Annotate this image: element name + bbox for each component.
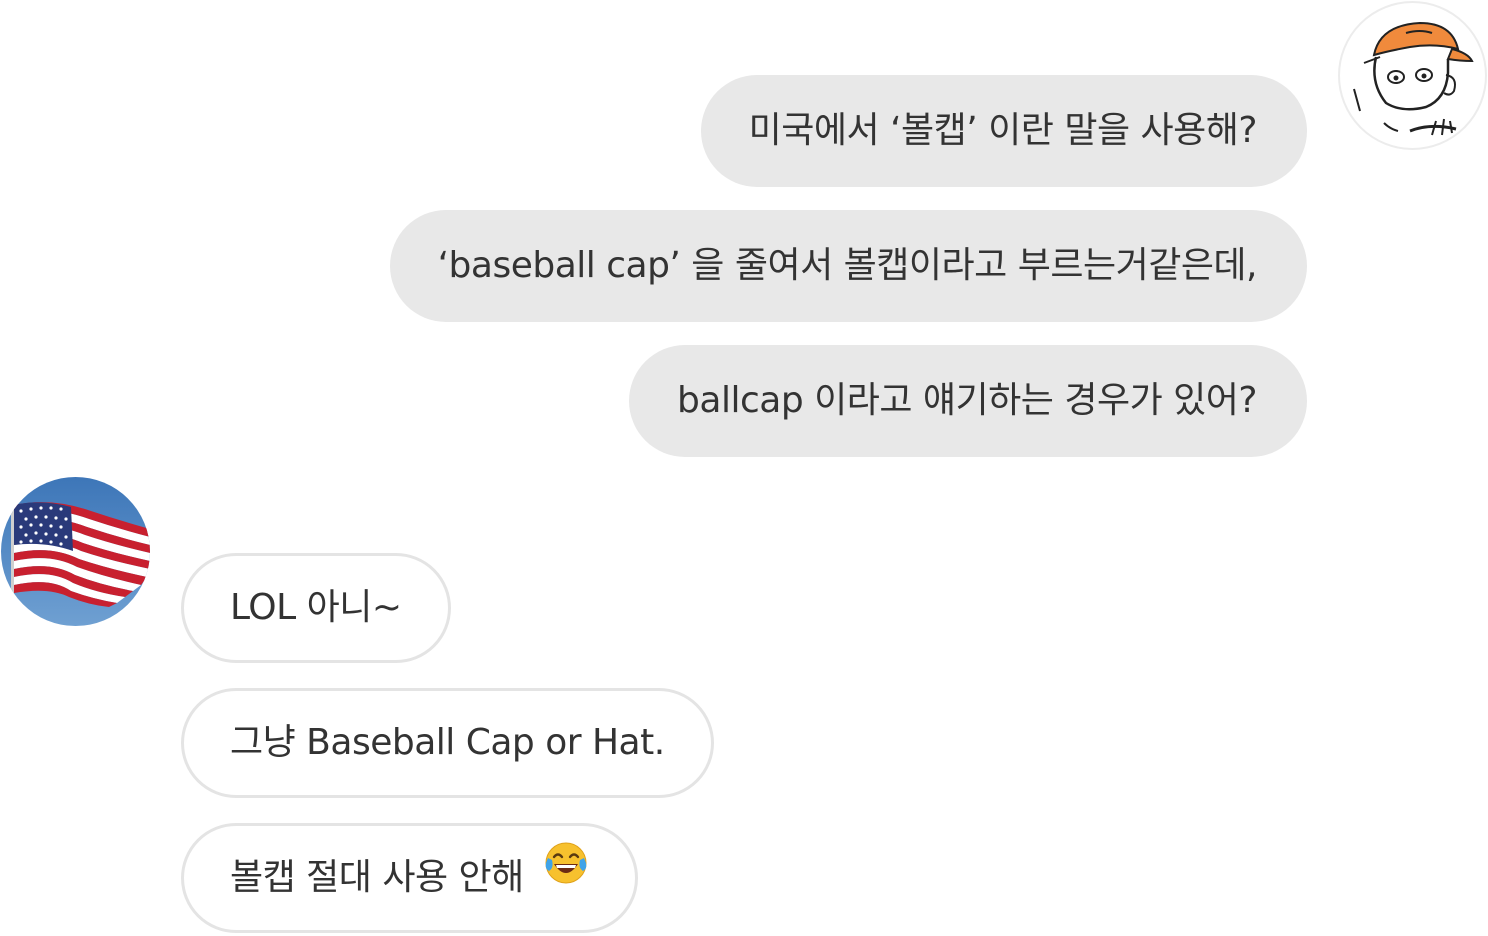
message-text: LOL 아니~: [230, 587, 402, 628]
other-avatar[interactable]: [1, 477, 150, 626]
message-text: ‘baseball cap’ 을 줄여서 볼캡이라고 부르는거같은데,: [437, 245, 1258, 286]
message-text: 미국에서 ‘볼캡’ 이란 말을 사용해?: [748, 110, 1258, 151]
received-message[interactable]: 볼캡 절대 사용 안해: [181, 823, 638, 933]
my-avatar[interactable]: [1338, 1, 1487, 150]
face-with-tears-of-joy-icon: [543, 823, 589, 927]
message-text: 그냥 Baseball Cap or Hat.: [230, 722, 665, 763]
received-message[interactable]: LOL 아니~: [181, 553, 451, 663]
sent-message[interactable]: ‘baseball cap’ 을 줄여서 볼캡이라고 부르는거같은데,: [389, 210, 1307, 322]
us-flag-avatar-icon: [1, 477, 150, 626]
message-text: 볼캡 절대 사용 안해: [230, 857, 524, 898]
message-text: ballcap 이라고 얘기하는 경우가 있어?: [677, 380, 1257, 421]
received-message[interactable]: 그냥 Baseball Cap or Hat.: [181, 688, 714, 798]
sent-message[interactable]: ballcap 이라고 얘기하는 경우가 있어?: [629, 345, 1307, 457]
cartoon-cap-avatar-icon: [1353, 21, 1474, 136]
sent-message[interactable]: 미국에서 ‘볼캡’ 이란 말을 사용해?: [700, 75, 1307, 187]
